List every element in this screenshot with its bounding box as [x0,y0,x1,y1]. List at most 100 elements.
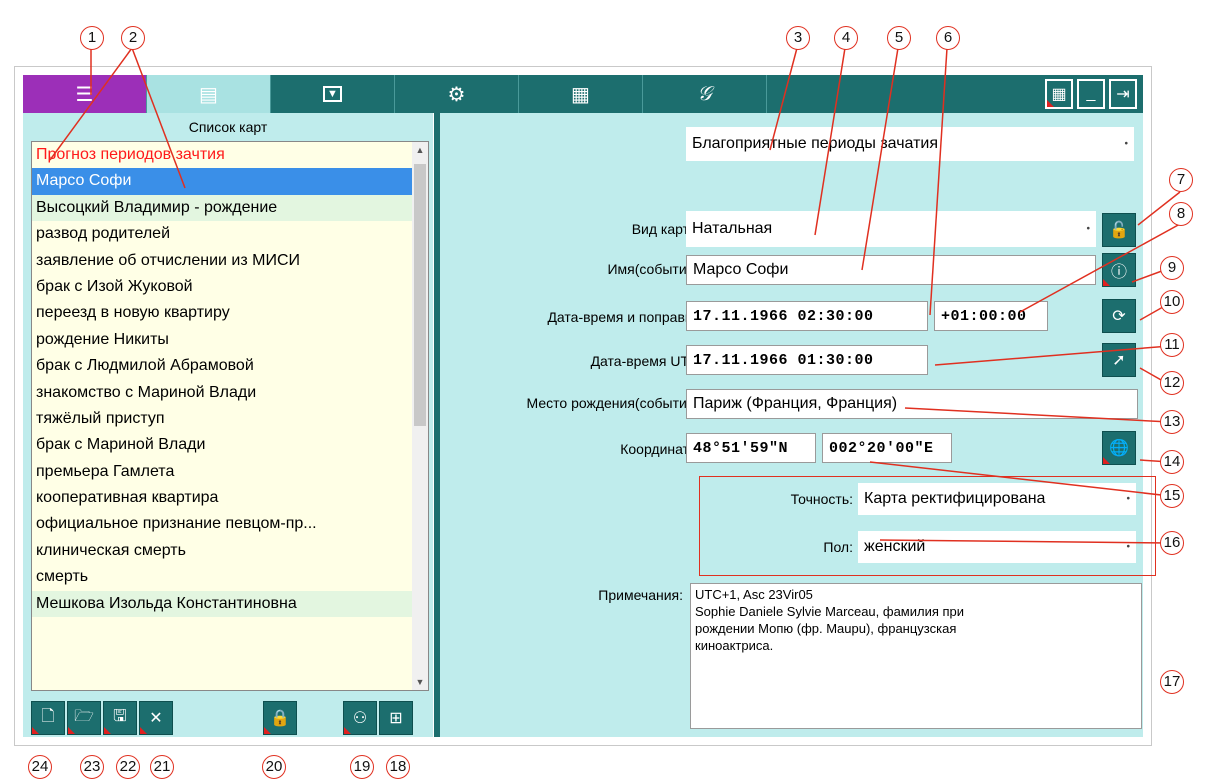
tab-layout[interactable]: ▤ [147,75,271,113]
refresh-icon: ⟳ [1112,308,1126,325]
scroll-up-icon[interactable]: ▲ [412,142,428,158]
scroll-thumb[interactable] [414,164,426,426]
list-scrollbar[interactable]: ▲ ▼ [412,142,428,690]
notes-line: UTC+1, Asc 23Vir05 [695,587,813,602]
chart-list-panel: Список карт Прогноз периодов зачтия Марс… [23,113,433,737]
scroll-down-icon[interactable]: ▼ [412,674,428,690]
save-icon: 🖫 [113,707,127,725]
info-icon: ⓘ [1110,264,1127,281]
list-icon: ☰ [75,83,94,106]
delete-chart-button[interactable]: ✕ [139,701,173,735]
latitude-value: 48°51'59"N [693,439,789,457]
globe-button[interactable]: 🌐 [1102,431,1136,465]
callout-17: 17 [1160,670,1184,694]
utc-input[interactable]: 17.11.1966 01:30:00 [686,345,928,375]
apps-grid-button[interactable]: ▦ [1045,79,1073,109]
save-chart-button[interactable]: 🖫 [103,701,137,735]
list-item[interactable]: брак с Людмилой Абрамовой [32,353,428,379]
info-button[interactable]: ⓘ [1102,253,1136,287]
offset-input[interactable]: +01:00:00 [934,301,1048,331]
callout-10: 10 [1160,290,1184,314]
new-file-icon: 🗋 [41,707,55,725]
callout-22: 22 [116,755,140,779]
tab-chart-list[interactable]: ☰ [23,75,147,113]
chevron-down-icon: • [1086,223,1090,235]
open-chart-button[interactable]: 🗁 [67,701,101,735]
longitude-value: 002°20'00"E [829,439,934,457]
longitude-input[interactable]: 002°20'00"E [822,433,952,463]
hierarchy-button[interactable]: ⚇ [343,701,377,735]
datetime-input[interactable]: 17.11.1966 02:30:00 [686,301,928,331]
list-item[interactable]: Высоцкий Владимир - рождение [32,194,428,222]
utc-value: 17.11.1966 01:30:00 [693,351,874,369]
delete-file-icon: ✕ [149,710,163,727]
signature-icon: 𝒢 [697,82,712,105]
notes-textarea[interactable]: UTC+1, Asc 23Vir05 Sophie Daniele Sylvie… [690,583,1142,729]
chart-list-title: Список карт [188,119,268,135]
table-view-button[interactable]: ⊞ [379,701,413,735]
minimize-button[interactable]: _ [1077,79,1105,109]
place-value: Париж (Франция, Франция) [693,395,898,412]
list-item[interactable]: смерть [32,564,428,590]
chart-list[interactable]: Прогноз периодов зачтия Марсо Софи Высоц… [31,141,429,691]
latitude-input[interactable]: 48°51'59"N [686,433,816,463]
list-item[interactable]: официальное признание певцом-пр... [32,511,428,537]
offset-value: +01:00:00 [941,307,1027,325]
list-item[interactable]: брак с Мариной Влади [32,432,428,458]
callout-24: 24 [28,755,52,779]
app-window: ☰ ▤ ▼ ⚙ ▦ 𝒢 ▦ _ ⇥ Список карт Прогноз пе… [14,66,1152,746]
callout-9: 9 [1160,256,1184,280]
tab-settings[interactable]: ⚙ [395,75,519,113]
name-input-value: Марсо Софи [693,261,789,278]
lock-button[interactable]: 🔒 [263,701,297,735]
list-item[interactable]: знакомство с Мариной Влади [32,380,428,406]
list-item[interactable]: премьера Гамлета [32,459,428,485]
refresh-button[interactable]: ⟳ [1102,299,1136,333]
list-item[interactable]: развод родителей [32,221,428,247]
callout-8: 8 [1169,202,1193,226]
list-item[interactable]: переезд в новую квартиру [32,300,428,326]
callout-1: 1 [80,26,104,50]
list-item[interactable]: клиническая смерть [32,538,428,564]
notes-line: киноактриса. [695,638,774,653]
list-item[interactable]: кооперативная квартира [32,485,428,511]
cursor-button[interactable]: ➚ [1102,343,1136,377]
unlock-button[interactable]: 🔓 [1102,213,1136,247]
cursor-icon: ➚ [1112,352,1126,369]
list-item[interactable]: Марсо Софи [32,168,428,195]
new-chart-button[interactable]: 🗋 [31,701,65,735]
tab-signature[interactable]: 𝒢 [643,75,767,113]
list-item[interactable]: рождение Никиты [32,327,428,353]
callout-2: 2 [121,26,145,50]
globe-icon: 🌐 [1109,440,1129,457]
list-item[interactable]: Прогноз периодов зачтия [32,142,428,168]
apps-grid-icon: ▦ [1051,86,1067,103]
datetime-label: Дата-время и поправка: [547,309,703,325]
callout-3: 3 [786,26,810,50]
place-input[interactable]: Париж (Франция, Франция) [686,389,1138,419]
name-input[interactable]: Марсо Софи [686,255,1096,285]
callout-4: 4 [834,26,858,50]
tab-dropdown[interactable]: ▼ [271,75,395,113]
list-item[interactable]: брак с Изой Жуковой [32,274,428,300]
list-item[interactable]: тяжёлый приступ [32,406,428,432]
callout-5: 5 [887,26,911,50]
unlock-icon: 🔓 [1109,222,1129,239]
list-item[interactable]: Мешкова Изольда Константиновна [32,590,428,618]
notes-line: рождении Мопю (фр. Maupu), французская [695,621,957,636]
exit-icon: ⇥ [1116,86,1130,103]
callout-11: 11 [1160,333,1184,357]
callout-19: 19 [350,755,374,779]
chevron-down-icon: • [1124,138,1128,150]
chart-type-select[interactable]: Натальная • [686,211,1096,247]
list-item[interactable]: заявление об отчислении из МИСИ [32,248,428,274]
tab-calculator[interactable]: ▦ [519,75,643,113]
mode-select[interactable]: Благоприятные периоды зачатия • [686,127,1134,161]
exit-button[interactable]: ⇥ [1109,79,1137,109]
callout-6: 6 [936,26,960,50]
place-label: Место рождения(события): [526,395,703,411]
lock-icon: 🔒 [270,710,290,727]
highlight-box [699,476,1156,576]
callout-14: 14 [1160,450,1184,474]
callout-18: 18 [386,755,410,779]
